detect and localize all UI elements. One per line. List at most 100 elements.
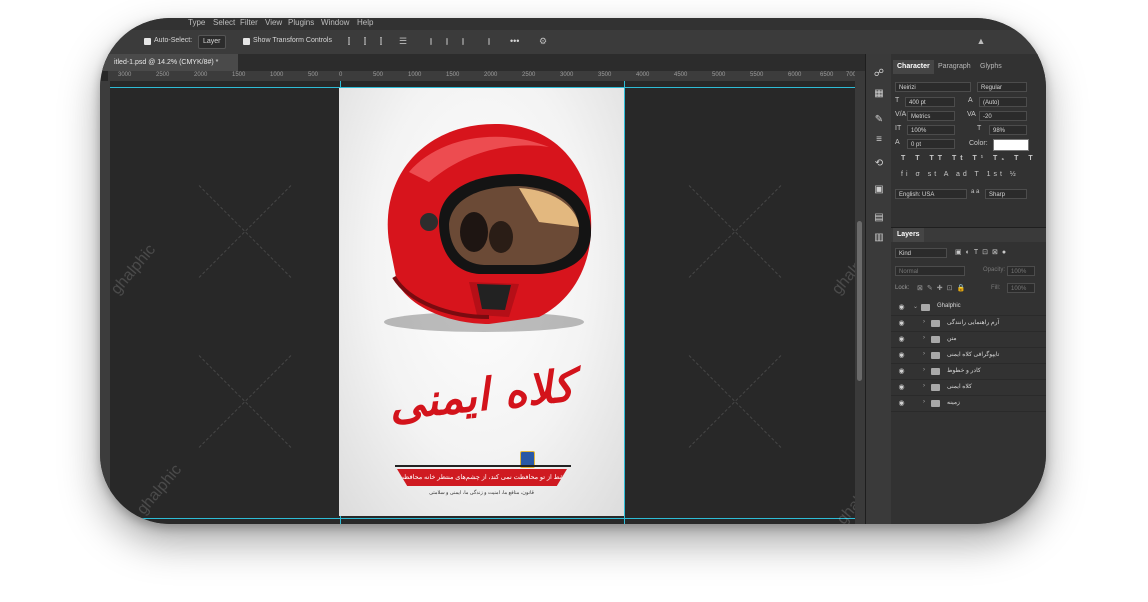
baseline-shift-field[interactable]: 0 pt <box>907 139 955 149</box>
layer-filter-select[interactable]: Kind <box>895 248 947 258</box>
fill-field[interactable]: 100% <box>1007 283 1035 293</box>
align-top-icon[interactable]: ⫾ <box>426 36 436 46</box>
bell-icon[interactable]: ▲ <box>976 36 986 46</box>
menu-view[interactable]: View <box>265 18 282 27</box>
history-icon[interactable]: ⟲ <box>873 158 885 170</box>
show-transform-checkbox[interactable] <box>243 38 250 45</box>
font-style-select[interactable]: Regular <box>977 82 1027 92</box>
chevron-right-icon[interactable]: › <box>923 383 925 389</box>
opacity-field[interactable]: 100% <box>1007 266 1035 276</box>
kerning-field[interactable]: Metrics <box>907 111 955 121</box>
tab-character[interactable]: Character <box>893 60 934 74</box>
folder-icon <box>931 336 940 343</box>
leading-field[interactable]: (Auto) <box>979 97 1027 107</box>
ruler-tick: 5500 <box>750 72 764 78</box>
antialias-select[interactable]: Sharp <box>985 189 1027 199</box>
layer-name: کادر و خطوط <box>947 368 981 374</box>
font-family-select[interactable]: Neirizi <box>895 82 971 92</box>
ruler-tick: 2000 <box>484 72 498 78</box>
tracking-icon: VA <box>967 111 976 118</box>
eye-icon[interactable]: ◉ <box>897 399 906 408</box>
ruler-tick: 2000 <box>194 72 208 78</box>
adjustments-icon[interactable]: ☍ <box>873 68 885 80</box>
eye-icon[interactable]: ◉ <box>897 319 906 328</box>
ruler-tick: 5000 <box>712 72 726 78</box>
layer-row[interactable]: ◉ › آرم راهنمایی رانندگی <box>891 316 1046 332</box>
layer-filter-icons[interactable]: ▣◐T⊡⊠● <box>955 248 1010 256</box>
properties-icon[interactable]: ▤ <box>873 212 885 224</box>
vertical-scale-field[interactable]: 100% <box>907 125 955 135</box>
text-color-swatch[interactable] <box>993 139 1029 151</box>
scrollbar-thumb[interactable] <box>857 221 862 381</box>
layer-name: آرم راهنمایی رانندگی <box>947 320 1000 326</box>
layer-row[interactable]: ◉ › کلاه ایمنی <box>891 380 1046 396</box>
eye-icon[interactable]: ◉ <box>897 303 906 312</box>
layer-row[interactable]: ◉ › متن <box>891 332 1046 348</box>
menu-plugins[interactable]: Plugins <box>288 18 314 27</box>
align-left-icon[interactable]: ⫿ <box>344 36 354 46</box>
auto-select-checkbox[interactable] <box>144 38 151 45</box>
vertical-scrollbar[interactable] <box>855 71 865 524</box>
align-right-icon[interactable]: ⫿ <box>376 36 386 46</box>
blend-mode-select[interactable]: Normal <box>895 266 965 276</box>
menu-help[interactable]: Help <box>357 18 373 27</box>
text-style-buttons[interactable]: T T TT Tt T¹ T₁ T T <box>901 155 1037 162</box>
opentype-buttons[interactable]: fi σ st A ad T 1st ½ <box>901 171 1019 178</box>
folder-icon <box>921 304 930 311</box>
horizontal-scale-field[interactable]: 98% <box>989 125 1027 135</box>
menu-select[interactable]: Select <box>213 18 235 27</box>
document-tab-bar: itled-1.psd @ 14.2% (CMYK/8#) * <box>100 54 865 71</box>
layer-row[interactable]: ◉ › زمینه <box>891 396 1046 412</box>
kerning-icon: V/A <box>895 111 907 118</box>
grid-icon[interactable]: ▦ <box>873 88 885 100</box>
image-icon[interactable]: ▣ <box>873 184 885 196</box>
sliders-icon[interactable]: ≡ <box>873 134 885 146</box>
tracking-field[interactable]: -20 <box>979 111 1027 121</box>
align-center-icon[interactable]: ⫿ <box>360 36 370 46</box>
show-transform-label: Show Transform Controls <box>253 37 332 44</box>
leading-icon: A <box>968 97 973 104</box>
menu-type[interactable]: Type <box>188 18 205 27</box>
layer-row[interactable]: ◉ › تایپوگرافی کلاه ایمنی <box>891 348 1046 364</box>
fill-label: Fill: <box>991 285 1001 291</box>
eye-icon[interactable]: ◉ <box>897 351 906 360</box>
guide-line <box>110 518 855 519</box>
ruler-tick: 3000 <box>560 72 574 78</box>
tab-paragraph[interactable]: Paragraph <box>934 60 975 74</box>
distribute-v-icon[interactable]: ⫾ <box>484 36 494 46</box>
watermark-text: ghalphic <box>133 461 186 518</box>
chevron-right-icon[interactable]: › <box>923 319 925 325</box>
more-options-button[interactable]: ••• <box>510 36 519 46</box>
eye-icon[interactable]: ◉ <box>897 383 906 392</box>
menu-window[interactable]: Window <box>321 18 349 27</box>
language-select[interactable]: English: USA <box>895 189 967 199</box>
tab-glyphs[interactable]: Glyphs <box>976 60 1006 74</box>
red-helmet-illustration <box>384 123 592 332</box>
layer-row[interactable]: ◉ › کادر و خطوط <box>891 364 1046 380</box>
layers-icon[interactable]: ▥ <box>873 232 885 244</box>
tab-layers[interactable]: Layers <box>893 228 924 242</box>
menu-filter[interactable]: Filter <box>240 18 258 27</box>
brush-icon[interactable]: ✎ <box>873 114 885 126</box>
layer-group-row[interactable]: ◉ ⌄ Ghalphic <box>891 300 1046 316</box>
chevron-right-icon[interactable]: › <box>923 399 925 405</box>
auto-select-label: Auto-Select: <box>154 37 193 44</box>
align-bottom-icon[interactable]: ⫾ <box>458 36 468 46</box>
font-size-field[interactable]: 400 pt <box>905 97 955 107</box>
eye-icon[interactable]: ◉ <box>897 367 906 376</box>
chevron-right-icon[interactable]: › <box>923 351 925 357</box>
align-middle-icon[interactable]: ⫾ <box>442 36 452 46</box>
lock-icons[interactable]: ⊠✎✚⊡🔒 <box>917 284 969 292</box>
chevron-down-icon[interactable]: ⌄ <box>913 303 918 310</box>
distribute-icon[interactable]: ☰ <box>398 36 408 46</box>
document-tab[interactable]: itled-1.psd @ 14.2% (CMYK/8#) * <box>100 54 238 71</box>
ruler-tick: 1000 <box>408 72 422 78</box>
chevron-right-icon[interactable]: › <box>923 367 925 373</box>
auto-select-dropdown[interactable]: Layer <box>198 35 226 49</box>
eye-icon[interactable]: ◉ <box>897 335 906 344</box>
folder-icon <box>931 400 940 407</box>
gear-icon[interactable]: ⚙ <box>538 36 548 46</box>
chevron-right-icon[interactable]: › <box>923 335 925 341</box>
poster-artboard[interactable]: کلاه ایمنی فقط از تو محافظت نمی کند، از … <box>339 88 624 516</box>
ruler-tick: 1000 <box>270 72 284 78</box>
